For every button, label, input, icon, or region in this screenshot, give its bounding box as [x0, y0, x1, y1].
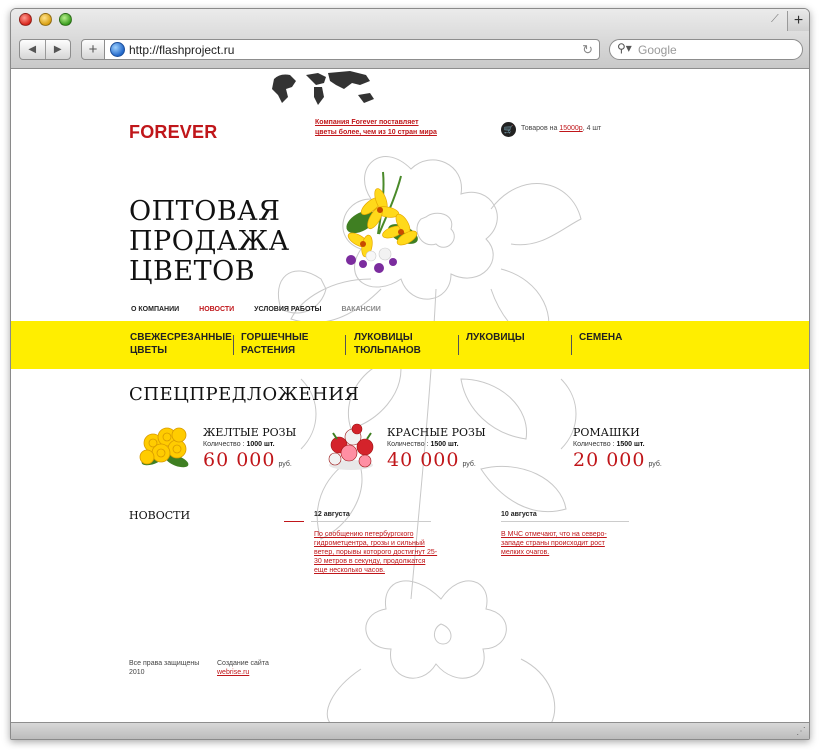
search-input[interactable]: ⚲▾ Google — [609, 39, 803, 60]
price-currency: руб. — [278, 461, 292, 468]
category-fresh-cut[interactable]: СВЕЖЕСРЕЗАННЫЕ ЦВЕТЫ — [126, 331, 232, 357]
news-date: 12 августа — [314, 511, 350, 518]
reload-icon[interactable]: ↻ — [582, 42, 593, 58]
category-seeds[interactable]: СЕМЕНА — [575, 331, 622, 344]
cart-sum-link[interactable]: 15000р — [559, 125, 582, 132]
offer-quantity: Количество : 1500 шт. — [387, 441, 459, 448]
price-currency: руб. — [648, 461, 662, 468]
category-line: СЕМЕНА — [579, 332, 623, 343]
header-tagline[interactable]: Компания Forever поставляет цветы более,… — [315, 118, 439, 138]
globe-icon — [110, 42, 125, 57]
category-bulbs[interactable]: ЛУКОВИЦЫ — [462, 331, 525, 344]
news-divider-accent — [284, 521, 304, 522]
new-tab-button[interactable]: + — [787, 11, 809, 31]
category-divider — [345, 335, 346, 355]
quantity-value: 1500 шт. — [616, 441, 645, 448]
price-value: 40 000 — [387, 449, 460, 471]
credits-link[interactable]: webrise.ru — [217, 669, 249, 676]
search-icon[interactable]: ⚲▾ — [617, 41, 632, 55]
quantity-label: Количество : — [573, 441, 615, 448]
offer-quantity: Количество : 1500 шт. — [573, 441, 645, 448]
nav-vacancies[interactable]: ВАКАНСИИ — [342, 306, 381, 313]
cart-suffix: , 4 шт — [582, 125, 602, 132]
category-divider — [571, 335, 572, 355]
news-title: НОВОСТИ — [129, 509, 191, 522]
quantity-value: 1500 шт. — [430, 441, 459, 448]
offer-name[interactable]: РОМАШКИ — [573, 426, 640, 439]
resize-icon[interactable]: ⟋ — [771, 13, 783, 25]
offer-price: 40 000 руб. — [387, 449, 476, 471]
page-viewport: FOREVER Компания Forever поставляет цвет… — [11, 69, 809, 724]
nav-news[interactable]: НОВОСТИ — [199, 306, 234, 313]
add-bookmark-button[interactable]: + — [81, 39, 105, 60]
hero-line: ЦВЕТОВ — [129, 256, 256, 287]
credits-label: Создание сайта — [217, 660, 269, 667]
category-line: ЦВЕТЫ — [130, 345, 168, 356]
offer-name[interactable]: ЖЕЛТЫЕ РОЗЫ — [203, 426, 296, 439]
yellow-roses-image — [139, 427, 189, 468]
hero-title: ОПТОВАЯ ПРОДАЖА ЦВЕТОВ — [129, 197, 290, 287]
category-line: ЛУКОВИЦЫ — [354, 332, 413, 343]
cart-prefix: Товаров на — [521, 125, 558, 132]
category-bar: СВЕЖЕСРЕЗАННЫЕ ЦВЕТЫ ГОРШЕЧНЫЕ РАСТЕНИЯ … — [11, 321, 809, 369]
news-divider — [501, 521, 629, 522]
price-currency: руб. — [462, 461, 476, 468]
resize-grip-icon[interactable]: ⋰ — [796, 726, 806, 737]
url-text[interactable]: http://flashproject.ru — [129, 43, 234, 57]
offer-quantity: Количество : 1000 шт. — [203, 441, 275, 448]
history-buttons: ◀ ▶ — [19, 39, 71, 60]
status-bar: ⋰ — [11, 722, 809, 739]
cart-summary: Товаров на 15000р, 4 шт — [521, 125, 601, 132]
category-line: ЛУКОВИЦЫ — [466, 332, 525, 343]
category-potted[interactable]: ГОРШЕЧНЫЕ РАСТЕНИЯ — [237, 331, 308, 357]
price-value: 20 000 — [573, 449, 646, 471]
category-line: РАСТЕНИЯ — [241, 345, 296, 356]
cart-icon[interactable]: 🛒 — [501, 122, 516, 137]
zoom-window-icon[interactable] — [59, 13, 72, 26]
price-value: 60 000 — [203, 449, 276, 471]
top-navigation: О КОМПАНИИ НОВОСТИ УСЛОВИЯ РАБОТЫ ВАКАНС… — [131, 306, 381, 313]
browser-window: ⟋ + ◀ ▶ + http://flashproject.ru ↻ ⚲▾ Go… — [10, 8, 810, 740]
offer-card[interactable]: ЖЕЛТЫЕ РОЗЫ Количество : 1000 шт. 60 000… — [133, 419, 333, 479]
search-placeholder: Google — [638, 43, 677, 57]
category-tulip-bulbs[interactable]: ЛУКОВИЦЫ ТЮЛЬПАНОВ — [350, 331, 421, 357]
specials-title: СПЕЦПРЕДЛОЖЕНИЯ — [129, 384, 360, 405]
news-item-link[interactable]: По сообщению петербургского гидрометцент… — [314, 530, 438, 575]
nav-terms[interactable]: УСЛОВИЯ РАБОТЫ — [254, 306, 321, 313]
address-bar[interactable]: http://flashproject.ru ↻ — [104, 39, 600, 60]
quantity-label: Количество : — [387, 441, 429, 448]
site-logo[interactable]: FOREVER — [129, 122, 217, 143]
nav-about[interactable]: О КОМПАНИИ — [131, 306, 179, 313]
category-divider — [233, 335, 234, 355]
forward-button[interactable]: ▶ — [44, 40, 71, 59]
offer-card[interactable]: РОМАШКИ Количество : 1500 шт. 20 000 руб. — [573, 419, 693, 479]
offer-card[interactable]: КРАСНЫЕ РОЗЫ Количество : 1500 шт. 40 00… — [321, 419, 521, 479]
browser-toolbar: ⟋ + ◀ ▶ + http://flashproject.ru ↻ ⚲▾ Go… — [11, 9, 809, 69]
offer-price: 20 000 руб. — [573, 449, 662, 471]
offer-name[interactable]: КРАСНЫЕ РОЗЫ — [387, 426, 486, 439]
back-button[interactable]: ◀ — [20, 40, 45, 59]
category-line: ТЮЛЬПАНОВ — [354, 345, 421, 356]
minimize-window-icon[interactable] — [39, 13, 52, 26]
news-divider — [311, 521, 431, 522]
category-line: ГОРШЕЧНЫЕ — [241, 332, 309, 343]
hero-line: ОПТОВАЯ — [129, 196, 281, 227]
news-date: 10 августа — [501, 511, 537, 518]
category-divider — [458, 335, 459, 355]
world-map-graphic — [272, 71, 374, 105]
news-item-link[interactable]: В МЧС отмечают, что на северо-западе стр… — [501, 530, 625, 557]
offer-price: 60 000 руб. — [203, 449, 292, 471]
hero-bouquet-image — [346, 171, 418, 273]
footer-credits: Создание сайта webrise.ru — [217, 659, 269, 677]
footer-copyright: Все права защищены 2010 — [129, 660, 200, 676]
red-roses-image — [328, 423, 374, 470]
category-line: СВЕЖЕСРЕЗАННЫЕ — [130, 332, 232, 343]
quantity-label: Количество : — [203, 441, 245, 448]
close-window-icon[interactable] — [19, 13, 32, 26]
hero-line: ПРОДАЖА — [129, 226, 290, 257]
quantity-value: 1000 шт. — [246, 441, 275, 448]
